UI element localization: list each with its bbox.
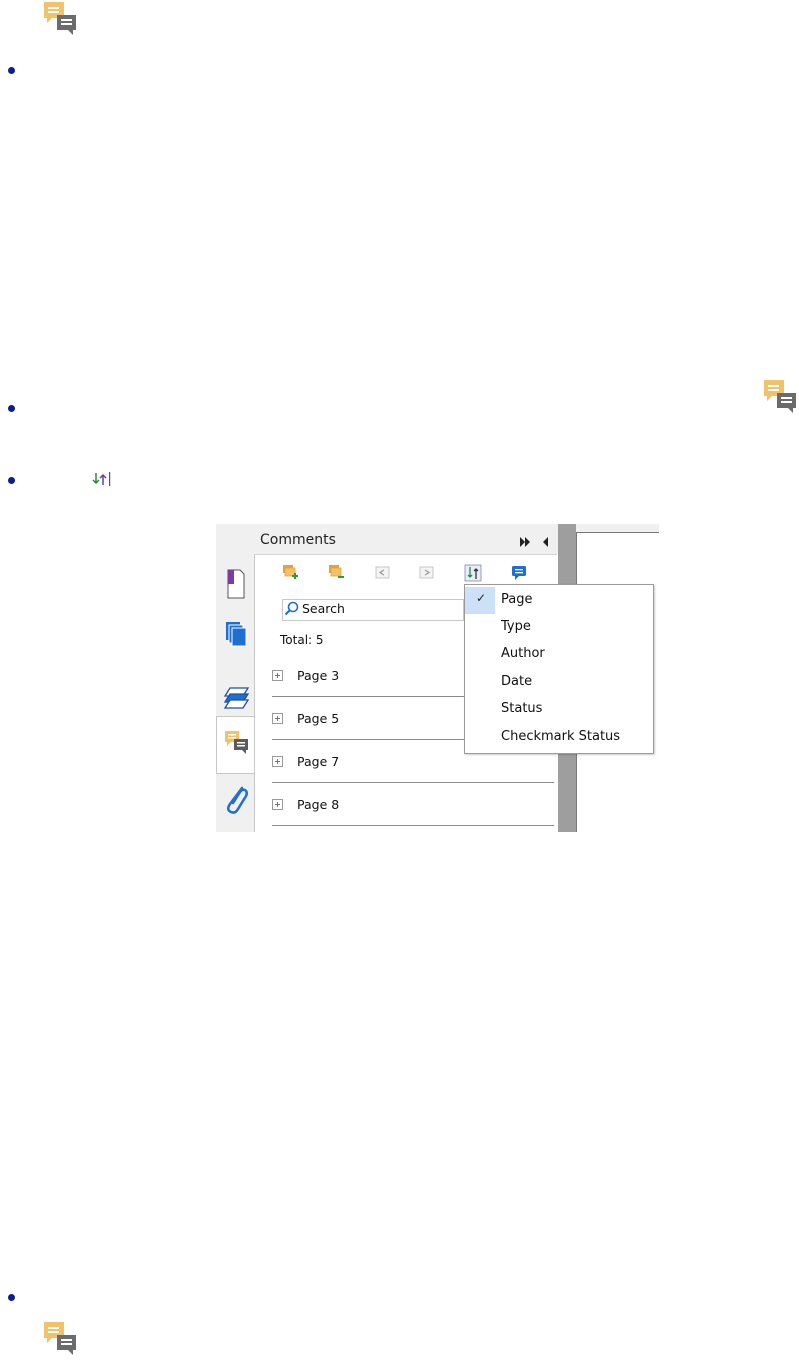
comment-icon <box>44 2 78 36</box>
menu-item-label: Type <box>501 619 531 634</box>
menu-item-label: Page <box>501 592 533 607</box>
expand-all-button[interactable] <box>282 564 300 582</box>
pages-tab[interactable] <box>216 612 254 668</box>
list-bullet <box>8 67 15 74</box>
row-label: Page 5 <box>297 711 340 726</box>
search-icon <box>284 601 300 621</box>
menu-item-status[interactable]: Status <box>465 696 653 723</box>
layers-tab[interactable] <box>216 666 254 722</box>
expand-all-icon <box>283 565 298 579</box>
menu-item-label: Date <box>501 674 533 689</box>
comments-tab[interactable] <box>216 716 255 774</box>
menu-item-label: Author <box>501 646 545 661</box>
previous-icon <box>375 566 390 579</box>
panel-tabstrip <box>216 554 255 832</box>
menu-item-type[interactable]: Type <box>465 614 653 641</box>
expand-icon[interactable] <box>272 670 283 681</box>
list-bullet <box>8 1294 15 1301</box>
list-bullet <box>8 477 15 484</box>
menu-item-author[interactable]: Author <box>465 641 653 668</box>
menu-item-date[interactable]: Date <box>465 669 653 696</box>
collapse-all-button[interactable] <box>328 564 346 582</box>
layers-icon <box>223 687 250 709</box>
checkmark-icon: ✓ <box>476 591 487 605</box>
sort-icon <box>464 564 482 582</box>
expand-icon[interactable] <box>272 799 283 810</box>
comment-icon <box>764 380 798 414</box>
menu-item-label: Status <box>501 701 543 716</box>
menu-item-label: Checkmark Status <box>501 729 621 744</box>
sort-button[interactable] <box>464 564 482 582</box>
menu-item-page[interactable]: ✓ Page <box>465 587 653 614</box>
next-icon <box>419 566 434 579</box>
row-label: Page 7 <box>297 754 340 769</box>
menu-item-checkmark-status[interactable]: Checkmark Status <box>465 724 653 751</box>
panel-expand-icon[interactable] <box>520 533 534 552</box>
next-comment-button[interactable] <box>418 564 436 582</box>
pages-icon <box>226 622 247 647</box>
list-bullet <box>8 405 15 412</box>
row-label: Page 3 <box>297 668 340 683</box>
panel-collapse-icon[interactable] <box>541 533 549 552</box>
divider <box>254 554 557 555</box>
row-label: Page 8 <box>297 797 340 812</box>
sort-icon <box>92 471 112 491</box>
sort-menu: ✓ Page Type Author Date Status Checkmark… <box>464 584 654 754</box>
attachments-tab[interactable] <box>216 774 254 830</box>
comment-icon <box>44 1322 78 1356</box>
filter-comments-button[interactable] <box>510 564 528 582</box>
bookmarks-tab[interactable] <box>216 558 254 614</box>
panel-title: Comments <box>260 532 336 548</box>
comments-icon <box>225 731 248 754</box>
previous-comment-button[interactable] <box>374 564 392 582</box>
filter-comments-icon <box>512 566 526 580</box>
page-group-row[interactable]: Page 8 <box>272 789 554 826</box>
search-placeholder: Search <box>302 601 345 616</box>
attachments-icon <box>227 786 249 814</box>
bookmarks-icon <box>227 569 245 599</box>
collapse-all-icon <box>329 565 344 578</box>
expand-icon[interactable] <box>272 713 283 724</box>
total-count: Total: 5 <box>280 633 324 647</box>
expand-icon[interactable] <box>272 756 283 767</box>
